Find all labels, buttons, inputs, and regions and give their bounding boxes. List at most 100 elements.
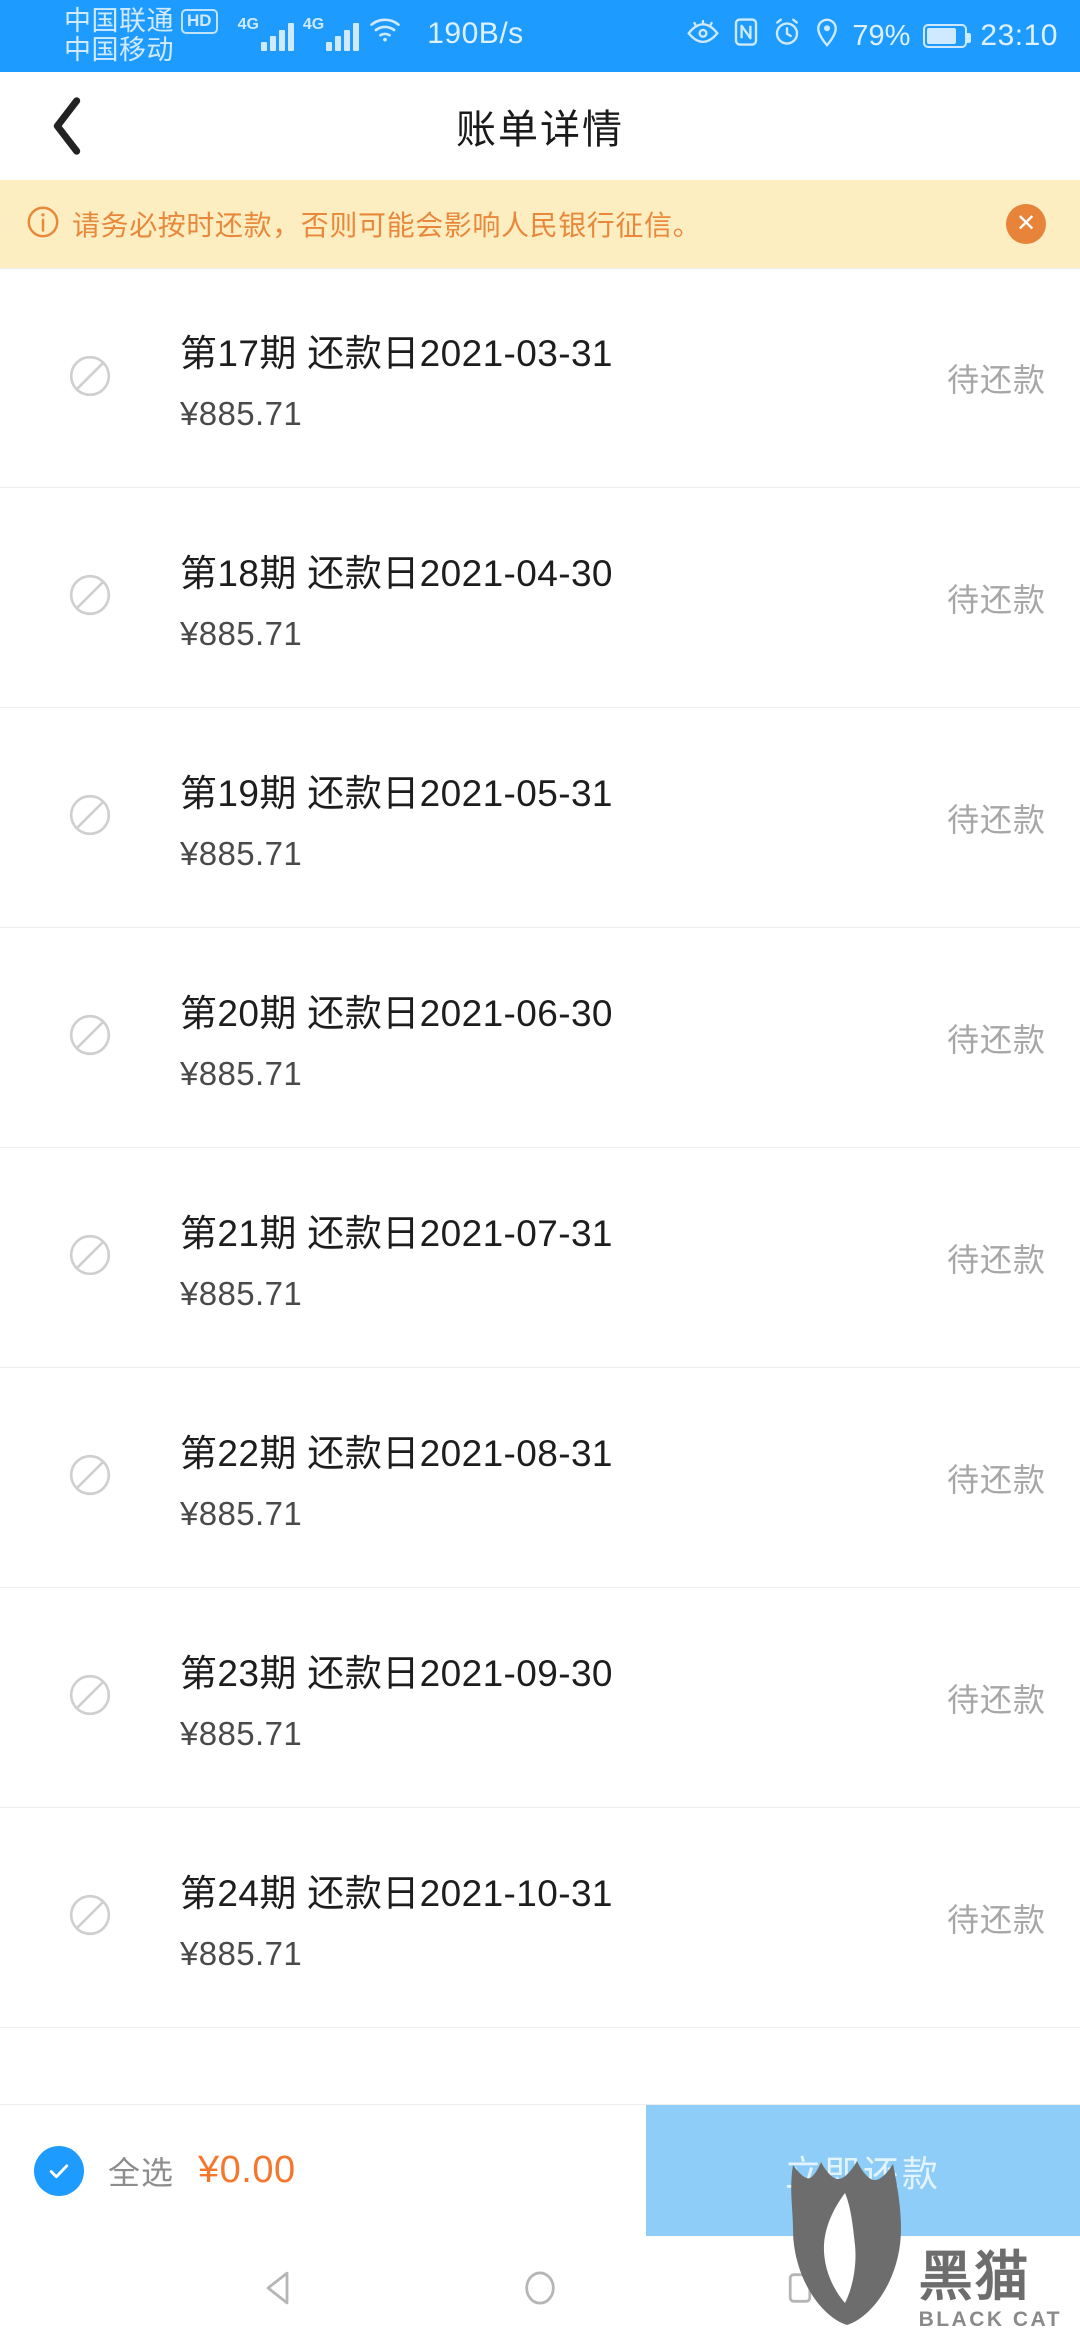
warning-banner: 请务必按时还款，否则可能会影响人民银行征信。 ✕ (0, 180, 1080, 268)
select-all-group: 全选 ¥0.00 (0, 2105, 646, 2236)
table-row[interactable]: 第20期 还款日2021-06-30 ¥885.71 待还款 (0, 928, 1080, 1148)
nfc-icon (733, 17, 759, 55)
row-checkbox-disabled (0, 1891, 180, 1944)
status-badge: 待还款 (946, 1021, 1046, 1058)
row-amount: ¥885.71 (180, 395, 303, 432)
status-badge: 待还款 (946, 1241, 1046, 1278)
prohibited-circle-icon (66, 791, 114, 844)
row-amount: ¥885.71 (180, 1494, 303, 1532)
page-title: 账单详情 (456, 108, 624, 152)
row-content: 第17期 还款日2021-03-31 ¥885.71 (180, 279, 947, 477)
row-checkbox-disabled (0, 1231, 180, 1284)
table-row[interactable]: 第21期 还款日2021-07-31 ¥885.71 待还款 (0, 1148, 1080, 1368)
hd-badge-icon: HD (181, 9, 218, 35)
row-checkbox-disabled (0, 1011, 180, 1064)
row-checkbox-disabled (0, 791, 180, 844)
eye-icon (686, 19, 720, 53)
prohibited-circle-icon (66, 1011, 114, 1064)
carrier-name-secondary: 中国移动 (64, 35, 174, 65)
wifi-icon (368, 17, 402, 50)
square-recents-icon[interactable] (770, 2258, 830, 2318)
table-row[interactable]: 第24期 还款日2021-10-31 ¥885.71 待还款 (0, 1808, 1080, 2028)
row-content: 第21期 还款日2021-07-31 ¥885.71 (180, 1159, 947, 1357)
warning-banner-text: 请务必按时还款，否则可能会影响人民银行征信。 (72, 210, 702, 241)
signal-2: 4G (302, 16, 360, 51)
pay-now-button[interactable]: 立即还款 (646, 2105, 1080, 2236)
status-badge: 待还款 (946, 1681, 1046, 1718)
back-button[interactable] (32, 91, 102, 161)
chevron-left-icon (45, 95, 89, 157)
table-row[interactable]: 第22期 还款日2021-08-31 ¥885.71 待还款 (0, 1368, 1080, 1588)
row-content: 第20期 还款日2021-06-30 ¥885.71 (180, 939, 947, 1137)
row-title: 第22期 还款日2021-08-31 (180, 1432, 613, 1474)
select-all-label: 全选 (108, 2154, 175, 2191)
row-amount: ¥885.71 (180, 834, 303, 872)
status-badge: 待还款 (946, 1901, 1046, 1938)
battery-icon (923, 24, 972, 48)
row-amount: ¥885.71 (180, 614, 303, 652)
row-title: 第20期 还款日2021-06-30 (180, 992, 613, 1034)
carrier-row-primary: 中国联通 HD (64, 7, 218, 36)
circle-home-icon[interactable] (510, 2258, 570, 2318)
status-icons-right: 79% 23:10 (686, 17, 1058, 55)
row-title: 第21期 还款日2021-07-31 (180, 1212, 613, 1254)
info-circle-icon (26, 205, 60, 244)
table-row[interactable]: 第17期 还款日2021-03-31 ¥885.71 待还款 (0, 268, 1080, 488)
clock-label: 23:10 (980, 19, 1058, 52)
battery-percent-label: 79% (852, 19, 911, 52)
row-amount: ¥885.71 (180, 1714, 303, 1752)
status-bar: 中国联通 HD 中国移动 4G 4G 190B/s 79% 23:10 (0, 0, 1080, 72)
network-type-2-label: 4G (302, 16, 325, 33)
carrier-info: 中国联通 HD 中国移动 (64, 7, 218, 64)
network-type-1-label: 4G (237, 16, 259, 33)
row-checkbox-disabled (0, 1671, 180, 1724)
row-title: 第24期 还款日2021-10-31 (180, 1872, 613, 1914)
row-amount: ¥885.71 (180, 1054, 303, 1092)
carrier-row-secondary: 中国移动 (64, 36, 218, 65)
status-badge: 待还款 (946, 801, 1046, 838)
signal-bars-2-icon (326, 21, 360, 51)
triangle-back-icon[interactable] (250, 2258, 310, 2318)
network-speed-label: 190B/s (427, 17, 524, 50)
row-title: 第17期 还款日2021-03-31 (180, 333, 613, 374)
table-row[interactable]: 第19期 还款日2021-05-31 ¥885.71 待还款 (0, 708, 1080, 928)
row-amount: ¥885.71 (180, 1934, 303, 1972)
app-root: 中国联通 HD 中国移动 4G 4G 190B/s 79% 23:10 账单详情… (0, 0, 1080, 2340)
row-content: 第23期 还款日2021-09-30 ¥885.71 (180, 1599, 947, 1797)
status-badge: 待还款 (946, 1461, 1046, 1498)
row-amount: ¥885.71 (180, 1274, 303, 1312)
signal-bars-1-icon (260, 21, 294, 51)
row-title: 第18期 还款日2021-04-30 (180, 552, 613, 594)
prohibited-circle-icon (66, 1671, 114, 1724)
page-header: 账单详情 (0, 72, 1080, 180)
prohibited-circle-icon (66, 352, 114, 405)
close-icon[interactable]: ✕ (1006, 204, 1046, 244)
select-all-checkbox[interactable] (34, 2145, 84, 2196)
row-checkbox-disabled (0, 352, 180, 405)
prohibited-circle-icon (66, 1231, 114, 1284)
table-row[interactable]: 第18期 还款日2021-04-30 ¥885.71 待还款 (0, 488, 1080, 708)
row-checkbox-disabled (0, 571, 180, 624)
bottom-action-bar: 全选 ¥0.00 立即还款 (0, 2104, 1080, 2236)
row-content: 第18期 还款日2021-04-30 ¥885.71 (180, 499, 947, 697)
prohibited-circle-icon (66, 1891, 114, 1944)
row-title: 第23期 还款日2021-09-30 (180, 1652, 613, 1694)
prohibited-circle-icon (66, 1451, 114, 1504)
prohibited-circle-icon (66, 571, 114, 624)
status-badge: 待还款 (946, 581, 1046, 618)
location-icon (815, 17, 839, 55)
row-content: 第24期 还款日2021-10-31 ¥885.71 (180, 1819, 947, 2017)
android-navigation-bar (0, 2236, 1080, 2340)
signal-group: 4G 4G 190B/s (238, 17, 524, 55)
installment-list[interactable]: 第17期 还款日2021-03-31 ¥885.71 待还款 第18期 还款日2… (0, 268, 1080, 2104)
carrier-name-primary: 中国联通 (64, 6, 174, 37)
alarm-icon (772, 17, 802, 55)
total-amount-label: ¥0.00 (198, 2149, 296, 2191)
row-content: 第19期 还款日2021-05-31 ¥885.71 (180, 719, 947, 917)
row-content: 第22期 还款日2021-08-31 ¥885.71 (180, 1379, 947, 1577)
signal-1: 4G (238, 17, 294, 51)
status-badge: 待还款 (946, 362, 1046, 398)
row-checkbox-disabled (0, 1451, 180, 1504)
table-row[interactable]: 第23期 还款日2021-09-30 ¥885.71 待还款 (0, 1588, 1080, 1808)
row-title: 第19期 还款日2021-05-31 (180, 772, 613, 814)
